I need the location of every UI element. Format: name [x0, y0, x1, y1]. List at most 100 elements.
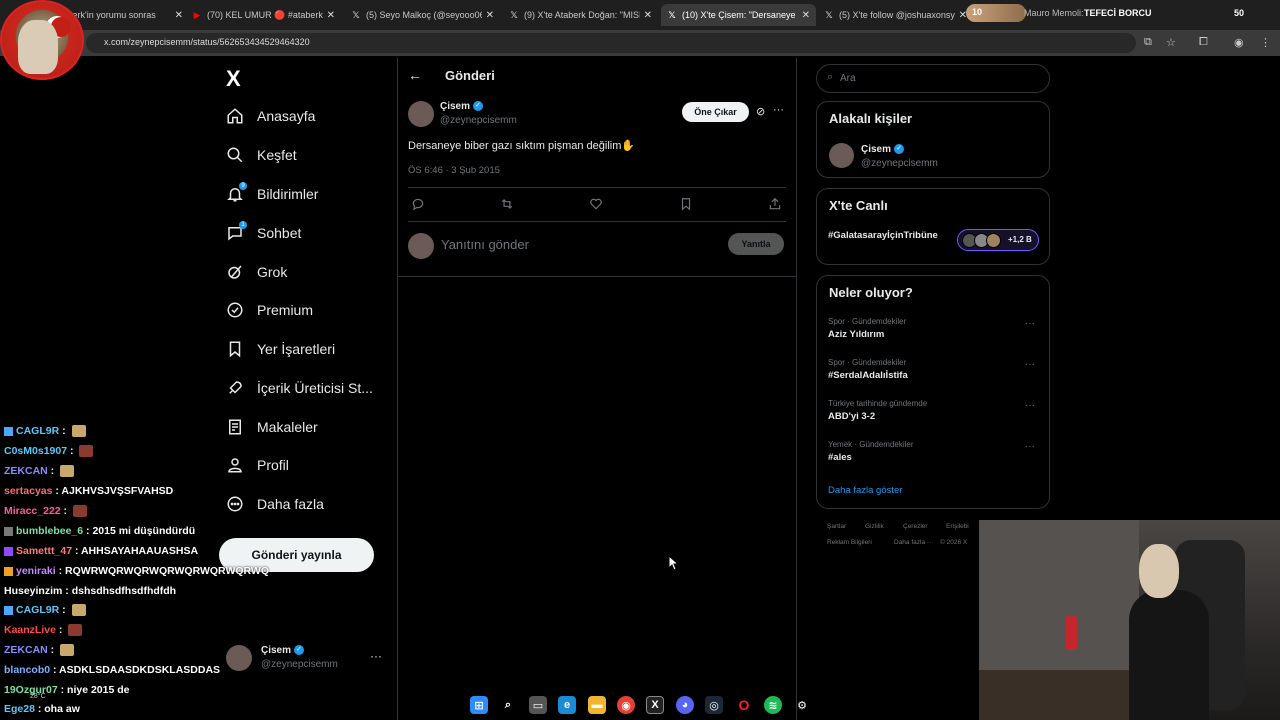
trend-item[interactable]: #SerdalAdalıİstifa	[828, 370, 908, 381]
trend-more-icon[interactable]: ···	[1025, 441, 1035, 452]
footer-link[interactable]: Gizlilik	[865, 523, 884, 530]
stream-alert-pill: 10	[966, 4, 1026, 22]
browser-tab[interactable]: ▶ (70) KEL UMUR 🔴 #ataberkdo ✕	[186, 4, 341, 26]
nav-item-bookmarks[interactable]: Yer İşaretleri	[226, 336, 335, 362]
live-listeners-pill[interactable]: +1,2 B	[957, 229, 1039, 251]
tweet-author-handle[interactable]: @zeynepcisemm	[440, 115, 517, 126]
avatar	[226, 645, 252, 671]
close-tab-icon[interactable]: ✕	[175, 10, 183, 21]
like-icon[interactable]	[589, 197, 605, 213]
live-space-title[interactable]: #GalatasarayİçinTribüne	[828, 229, 950, 242]
highlight-button[interactable]: Öne Çıkar	[682, 102, 749, 122]
chat-message: bumblebee_6 : 2015 mi düşündürdü	[4, 525, 195, 537]
x-app-icon[interactable]: X	[646, 696, 664, 714]
article-icon	[226, 418, 244, 436]
nav-item-more[interactable]: Daha fazla	[226, 491, 324, 517]
browser-tab[interactable]: 𝕏 (5) Seyo Malkoç (@seyooo06) / ✕	[345, 4, 500, 26]
bookmark-tweet-icon[interactable]	[679, 197, 695, 213]
footer-link[interactable]: Reklam Bilgileri	[827, 539, 872, 546]
x-icon: 𝕏	[825, 9, 833, 20]
install-app-icon[interactable]: ⧉	[1144, 36, 1152, 49]
footer-link[interactable]: Şartlar	[827, 523, 846, 530]
folder-icon[interactable]: ▬	[588, 696, 606, 714]
opera-icon[interactable]: O	[735, 696, 753, 714]
chat-message: C0sM0s1907 :	[4, 445, 94, 458]
bookmark-star-icon[interactable]: ☆	[1166, 36, 1176, 49]
browser-tab[interactable]: 𝕏 (5) X'te follow @joshuaxonsy: ' ✕	[818, 4, 973, 26]
back-arrow-icon[interactable]: ←	[408, 67, 422, 83]
footer-link[interactable]: Daha fazla ···	[894, 539, 933, 546]
trend-item[interactable]: Aziz Yıldırım	[828, 329, 884, 340]
nav-item-profile[interactable]: Profil	[226, 452, 289, 478]
repost-icon[interactable]	[500, 197, 516, 213]
youtube-icon: ▶	[193, 9, 201, 20]
chat-badge-icon	[4, 546, 13, 556]
trend-item[interactable]: #ales	[828, 452, 852, 463]
tweet-more-icon[interactable]: ···	[773, 104, 784, 116]
nav-item-articles[interactable]: Makaleler	[226, 414, 318, 440]
url-field[interactable]: x.com/zeynepcisemm/status/56265343452946…	[86, 33, 1136, 53]
browser-menu-icon[interactable]: ⋮	[1260, 36, 1271, 49]
page-title: Gönderi	[445, 68, 495, 83]
close-tab-icon[interactable]: ✕	[802, 10, 810, 21]
nav-item-home[interactable]: Anasayfa	[226, 103, 315, 129]
grok-explain-icon[interactable]: ⊘	[756, 105, 765, 118]
x-logo[interactable]: X	[226, 66, 241, 92]
account-more-icon[interactable]: ···	[370, 649, 382, 663]
reply-input[interactable]: Yanıtını gönder	[441, 237, 529, 252]
weather-widget[interactable]: 28°C	[30, 693, 46, 700]
browser-tab-active[interactable]: 𝕏 (10) X'te Çisem: "Dersaneye bib ✕	[661, 4, 816, 26]
nav-item-explore[interactable]: Keşfet	[226, 142, 297, 168]
tweet-avatar[interactable]	[408, 101, 434, 127]
chrome-icon[interactable]: ◉	[617, 696, 635, 714]
emote-icon	[72, 505, 87, 518]
footer-link[interactable]: Çerezler	[903, 523, 928, 530]
close-tab-icon[interactable]: ✕	[644, 10, 652, 21]
close-tab-icon[interactable]: ✕	[486, 10, 494, 21]
tweet-author-name[interactable]: Çisem ✓	[440, 101, 484, 112]
account-switcher[interactable]: Çisem ✓ @zeynepcisemm ···	[226, 643, 396, 675]
extensions-icon[interactable]: ⧠	[1199, 36, 1208, 49]
settings-icon[interactable]: ⚙	[793, 696, 811, 714]
live-card: X'te Canlı #GalatasarayİçinTribüne +1,2 …	[816, 188, 1050, 265]
person-icon	[226, 456, 244, 474]
footer-link[interactable]: Erişilebi	[946, 523, 969, 530]
reply-button[interactable]: Yanıtla	[728, 233, 784, 255]
search-icon	[226, 146, 244, 164]
close-tab-icon[interactable]: ✕	[327, 10, 335, 21]
trend-item[interactable]: ABD'yi 3-2	[828, 411, 875, 422]
avatar[interactable]	[829, 143, 854, 168]
nav-item-chat[interactable]: 1 Sohbet	[226, 220, 301, 246]
trend-more-icon[interactable]: ···	[1025, 359, 1035, 370]
nav-item-creator-studio[interactable]: İçerik Üreticisi St...	[226, 375, 373, 401]
steam-icon[interactable]: ◎	[705, 696, 723, 714]
profile-icon[interactable]: ◉	[1234, 36, 1244, 49]
share-icon[interactable]	[768, 197, 784, 213]
grok-icon	[226, 263, 244, 281]
x-icon: 𝕏	[352, 9, 360, 20]
avatar	[986, 233, 1001, 248]
nav-item-notifications[interactable]: 9 Bildirimler	[226, 181, 318, 207]
reply-icon[interactable]	[411, 197, 427, 213]
spotify-icon[interactable]: ≋	[764, 696, 782, 714]
webcam-feed	[979, 520, 1280, 720]
verified-badge-icon: ✓	[473, 101, 484, 112]
emote-icon	[71, 425, 86, 438]
tweet-text: Dersaneye biber gazı sıktım pişman değil…	[408, 140, 636, 152]
search-input[interactable]: ⌕ Ara	[816, 64, 1050, 93]
task-view-icon[interactable]: ▭	[529, 696, 547, 714]
browser-tab[interactable]: 𝕏 (9) X'te Ataberk Doğan: "MISIR ✕	[503, 4, 658, 26]
nav-item-premium[interactable]: Premium	[226, 297, 313, 323]
discord-icon[interactable]: ◕	[676, 696, 694, 714]
verified-badge-icon: ✓	[894, 144, 905, 155]
nav-item-grok[interactable]: Grok	[226, 259, 287, 285]
edge-icon[interactable]: e	[558, 696, 576, 714]
show-more-link[interactable]: Daha fazla göster	[828, 485, 902, 496]
trend-more-icon[interactable]: ···	[1025, 318, 1035, 329]
trend-more-icon[interactable]: ···	[1025, 400, 1035, 411]
search-icon[interactable]: ⌕	[499, 696, 517, 714]
browser-tab-bar: ▶ataberk'in yorumu sonras✕ ▶(70) KEL UMU…	[0, 0, 1280, 30]
windows-icon[interactable]: ⊞	[470, 696, 488, 714]
tweet-timestamp[interactable]: ÖS 6:46 · 3 Şub 2015	[408, 165, 500, 176]
trends-card: Neler oluyor? Spor · Gündemdekiler Aziz …	[816, 275, 1050, 509]
